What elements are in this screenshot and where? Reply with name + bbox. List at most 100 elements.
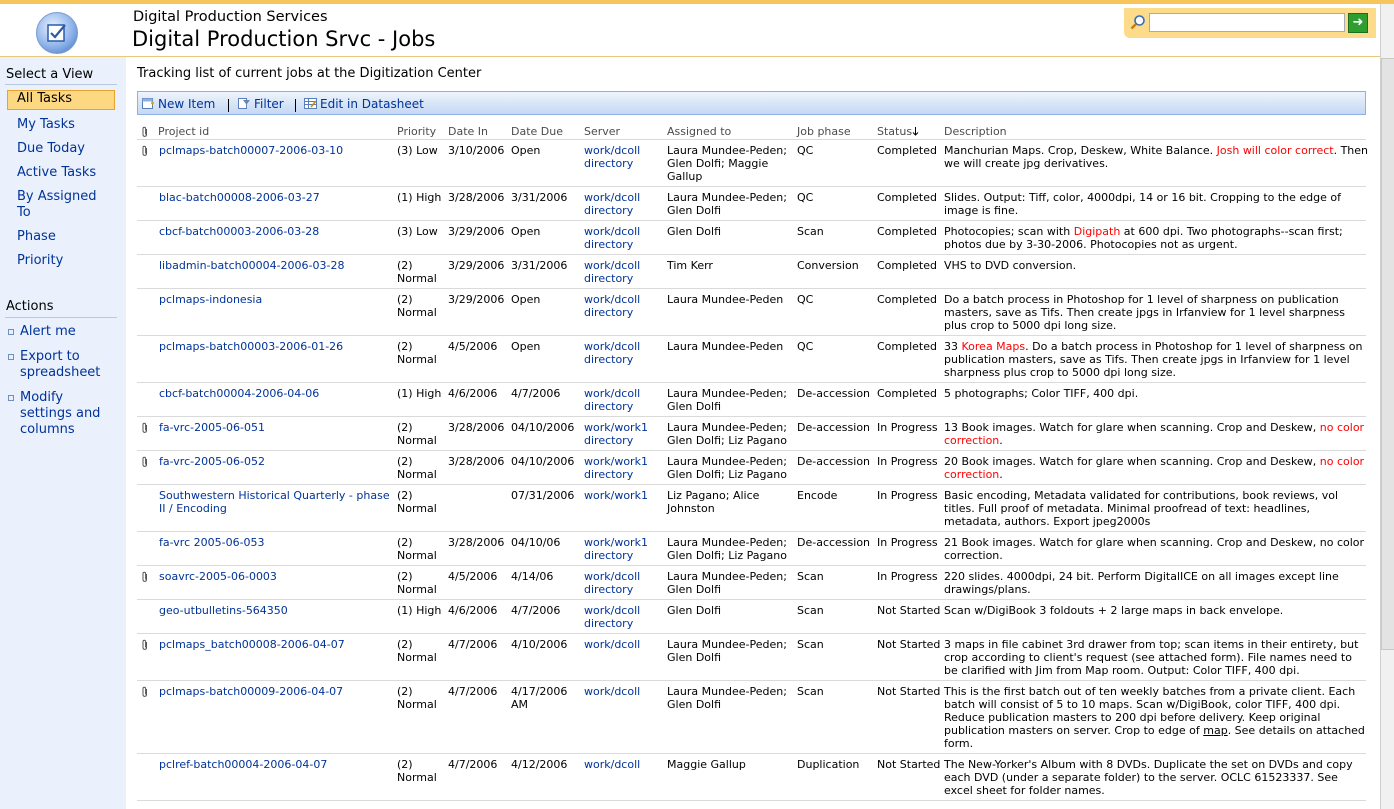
server-link[interactable]: work/dcoll directory — [584, 293, 662, 319]
column-header-priority[interactable]: Priority — [397, 125, 436, 139]
action-label[interactable]: Alert me — [20, 324, 120, 340]
server-link[interactable]: work/dcoll — [584, 685, 662, 698]
project-id-link[interactable]: pclref-batch00004-2006-04-07 — [159, 758, 391, 771]
action-label[interactable]: Export to spreadsheet — [20, 349, 110, 381]
edit-in-datasheet-button[interactable]: Edit in Datasheet — [304, 97, 424, 111]
server-link[interactable]: work/dcoll directory — [584, 144, 662, 170]
server-link[interactable]: work/dcoll directory — [584, 387, 662, 413]
column-header-project-id[interactable]: Project id — [158, 125, 209, 139]
description-cell: 20 Book images. Watch for glare when sca… — [944, 455, 1368, 481]
view-all-tasks[interactable]: All Tasks — [7, 90, 115, 110]
description-text: Digipath — [1073, 225, 1121, 238]
priority-cell: (1) High — [397, 191, 442, 204]
priority-cell: (2) Normal — [397, 340, 437, 366]
status-cell: In Progress — [877, 536, 938, 549]
search-go-button[interactable]: ➜ — [1348, 13, 1368, 33]
filter-button[interactable]: Filter — [238, 97, 284, 111]
project-id-link[interactable]: cbcf-batch00003-2006-03-28 — [159, 225, 391, 238]
project-id-link[interactable]: fa-vrc 2005-06-053 — [159, 536, 391, 549]
server-link[interactable]: work/work1 directory — [584, 536, 662, 562]
site-title[interactable]: Digital Production Services — [133, 9, 328, 25]
assigned-to-cell: Laura Mundee-Peden; Glen Dolfi; Liz Paga… — [667, 421, 787, 447]
assigned-to-cell: Laura Mundee-Peden; Glen Dolfi — [667, 685, 787, 711]
server-link[interactable]: work/dcoll — [584, 638, 662, 651]
project-id-link[interactable]: fa-vrc-2005-06-052 — [159, 455, 391, 468]
description-text: Do a batch process in Photoshop for 1 le… — [944, 293, 1345, 332]
project-id-link[interactable]: soavrc-2005-06-0003 — [159, 570, 391, 583]
site-logo-icon[interactable] — [36, 12, 78, 54]
date-in-cell: 3/28/2006 — [448, 191, 505, 204]
project-id-link[interactable]: pclmaps_batch00008-2006-04-07 — [159, 638, 391, 651]
column-header-date-in[interactable]: Date In — [448, 125, 488, 139]
project-id-link[interactable]: libadmin-batch00004-2006-03-28 — [159, 259, 391, 272]
view-priority[interactable]: Priority — [17, 253, 117, 269]
column-header-status[interactable]: Status — [877, 125, 919, 139]
status-cell: Not Started — [877, 758, 941, 771]
view-by-assigned-to[interactable]: By Assigned To — [17, 189, 113, 221]
scrollbar-thumb[interactable] — [1381, 58, 1394, 650]
project-id-link[interactable]: pclmaps-batch00009-2006-04-07 — [159, 685, 391, 698]
project-id-link[interactable]: pclmaps-batch00007-2006-03-10 — [159, 144, 391, 157]
server-link[interactable]: work/dcoll directory — [584, 570, 662, 596]
server-link[interactable]: work/dcoll directory — [584, 225, 662, 251]
column-header-job-phase[interactable]: Job phase — [797, 125, 851, 139]
view-my-tasks[interactable]: My Tasks — [17, 117, 117, 133]
project-id-link[interactable]: fa-vrc-2005-06-051 — [159, 421, 391, 434]
status-cell: In Progress — [877, 489, 938, 502]
row-divider — [137, 288, 1366, 289]
status-cell: Completed — [877, 340, 937, 353]
search-icon — [1130, 15, 1145, 30]
project-id-link[interactable]: cbcf-batch00004-2006-04-06 — [159, 387, 391, 400]
attachment-column-icon[interactable] — [141, 126, 149, 138]
description-cell: This is the first batch out of ten weekl… — [944, 685, 1368, 750]
column-header-description[interactable]: Description — [944, 125, 1007, 139]
server-link[interactable]: work/dcoll directory — [584, 191, 662, 217]
row-divider — [137, 220, 1366, 221]
column-header-date-due[interactable]: Date Due — [511, 125, 563, 139]
row-divider — [137, 335, 1366, 336]
project-id-link[interactable]: geo-utbulletins-564350 — [159, 604, 391, 617]
date-in-cell: 4/7/2006 — [448, 685, 498, 698]
new-item-label: New Item — [158, 97, 216, 111]
server-link[interactable]: work/work1 — [584, 489, 662, 502]
job-phase-cell: Duplication — [797, 758, 860, 771]
priority-cell: (2) Normal — [397, 570, 437, 596]
server-link[interactable]: work/work1 directory — [584, 455, 662, 481]
job-phase-cell: Scan — [797, 570, 824, 583]
column-header-server[interactable]: Server — [584, 125, 620, 139]
server-link[interactable]: work/dcoll directory — [584, 259, 662, 285]
view-active-tasks[interactable]: Active Tasks — [17, 165, 117, 181]
sort-descending-icon — [912, 127, 919, 136]
view-phase[interactable]: Phase — [17, 229, 117, 245]
project-id-link[interactable]: pclmaps-indonesia — [159, 293, 391, 306]
column-header-assigned-to[interactable]: Assigned to — [667, 125, 731, 139]
date-due-cell: 04/10/2006 — [511, 455, 575, 468]
description-cell: 220 slides. 4000dpi, 24 bit. Perform Dig… — [944, 570, 1368, 596]
description-text: . — [999, 468, 1003, 481]
job-phase-cell: De-accession — [797, 387, 871, 400]
project-id-link[interactable]: Southwestern Historical Quarterly - phas… — [159, 489, 391, 515]
assigned-to-cell: Glen Dolfi — [667, 225, 722, 238]
date-in-cell: 3/29/2006 — [448, 259, 505, 272]
project-id-link[interactable]: pclmaps-batch00003-2006-01-26 — [159, 340, 391, 353]
project-id-link[interactable]: blac-batch00008-2006-03-27 — [159, 191, 391, 204]
date-in-cell: 4/5/2006 — [448, 340, 498, 353]
server-link[interactable]: work/dcoll directory — [584, 340, 662, 366]
description-cell: VHS to DVD conversion. — [944, 259, 1368, 272]
new-item-button[interactable]: New Item — [142, 97, 215, 111]
search-input[interactable] — [1149, 13, 1345, 32]
server-link[interactable]: work/dcoll directory — [584, 604, 662, 630]
row-divider — [137, 565, 1366, 566]
left-navigation: Select a View All Tasks My Tasks Due Tod… — [0, 57, 126, 809]
server-link[interactable]: work/work1 directory — [584, 421, 662, 447]
server-link[interactable]: work/dcoll — [584, 758, 662, 771]
divider — [5, 84, 117, 85]
job-phase-cell: De-accession — [797, 421, 871, 434]
date-in-cell: 4/7/2006 — [448, 638, 498, 651]
description-cell: 13 Book images. Watch for glare when sca… — [944, 421, 1368, 447]
view-due-today[interactable]: Due Today — [17, 141, 117, 157]
description-text: Josh will color correct — [1216, 144, 1334, 157]
description-text[interactable]: map — [1203, 724, 1227, 737]
status-cell: Not Started — [877, 638, 941, 651]
action-label[interactable]: Modify settings and columns — [20, 390, 114, 438]
